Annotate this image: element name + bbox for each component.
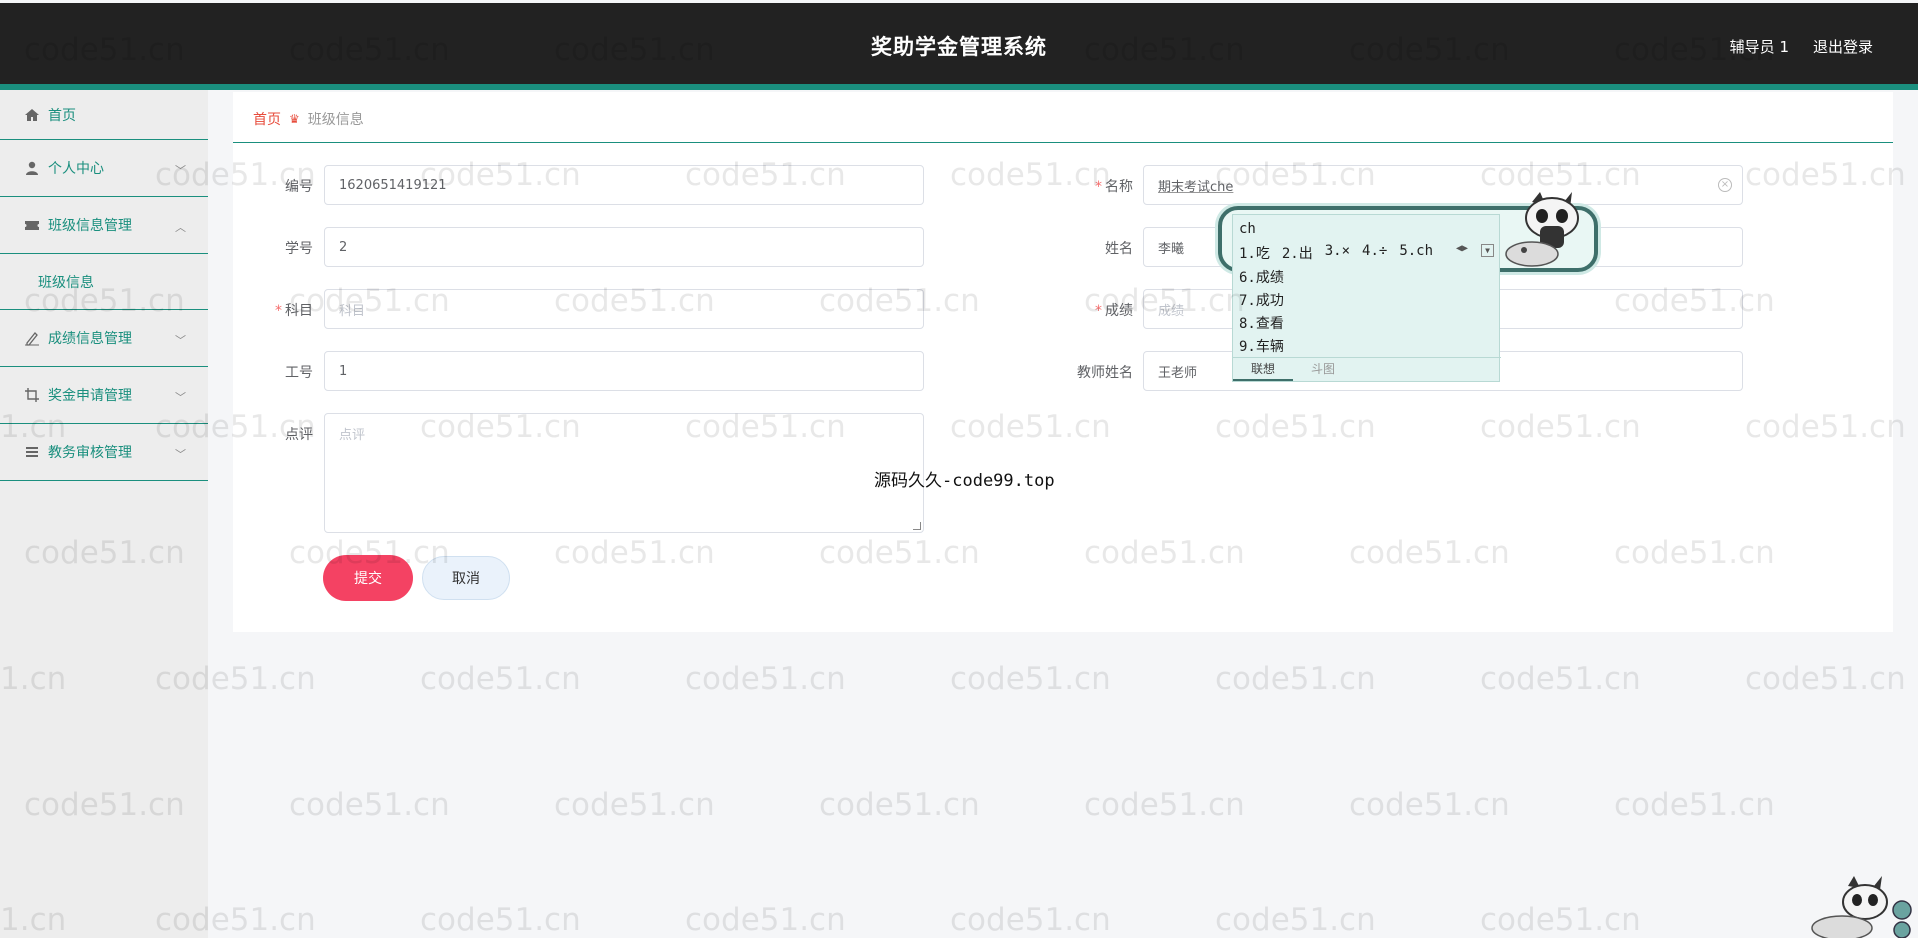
sidebar-item-award[interactable]: 奖金申请管理 ﹀ bbox=[0, 367, 208, 424]
ime-dropdown-icon[interactable]: ▼ bbox=[1481, 244, 1494, 257]
watermark: code51.cn bbox=[1215, 902, 1376, 938]
sidebar-item-label: 成绩信息管理 bbox=[48, 331, 132, 347]
chengji-label: * 成绩 bbox=[1095, 303, 1133, 319]
sidebar-item-review[interactable]: 教务审核管理 ﹀ bbox=[0, 424, 208, 481]
ime-top-candidates: 1.吃 2.出 3.× 4.÷ 5.ch bbox=[1239, 243, 1433, 263]
header-user-area: 辅导员 1 退出登录 bbox=[1730, 36, 1873, 57]
ime-candidate[interactable]: 3.× bbox=[1325, 243, 1350, 263]
app-title: 奖助学金管理系统 bbox=[871, 35, 1047, 59]
ime-candidate[interactable]: 2.出 bbox=[1282, 243, 1313, 263]
ime-candidate[interactable]: 1.吃 bbox=[1239, 243, 1270, 263]
clear-icon[interactable]: × bbox=[1718, 178, 1732, 192]
watermark: code51.cn bbox=[1349, 787, 1510, 823]
sidebar-item-label: 个人中心 bbox=[48, 161, 104, 177]
crown-icon: ♛ bbox=[289, 112, 300, 126]
cat-mascot-icon bbox=[1808, 874, 1918, 938]
xuehao-label: 学号 bbox=[285, 241, 313, 257]
sidebar-item-class-info[interactable]: 班级信息管理 ︿ bbox=[0, 197, 208, 254]
watermark: code51.cn bbox=[1084, 787, 1245, 823]
ime-candidate[interactable]: 8.查看 bbox=[1239, 313, 1284, 333]
ime-tab-stickers[interactable]: 斗图 bbox=[1293, 358, 1353, 381]
resize-handle[interactable] bbox=[913, 522, 921, 530]
watermark: code51.cn bbox=[950, 661, 1111, 697]
cancel-button[interactable]: 取消 bbox=[422, 556, 510, 600]
bianhao-input[interactable]: 1620651419121 bbox=[324, 165, 924, 205]
kemu-label: * 科目 bbox=[275, 303, 313, 319]
breadcrumb-divider bbox=[233, 142, 1893, 143]
sidebar-item-profile[interactable]: 个人中心 ﹀ bbox=[0, 140, 208, 197]
sidebar-item-label: 首页 bbox=[48, 107, 76, 124]
chevron-up-icon: ︿ bbox=[175, 221, 186, 234]
kemu-input[interactable]: 科目 bbox=[324, 289, 924, 329]
watermark: code51.cn bbox=[1215, 661, 1376, 697]
ticket-icon bbox=[22, 215, 42, 235]
watermark: code51.cn bbox=[289, 787, 450, 823]
user-icon bbox=[22, 158, 42, 178]
ime-candidate[interactable]: 4.÷ bbox=[1362, 243, 1387, 263]
gonghao-input[interactable]: 1 bbox=[324, 351, 924, 391]
chevron-down-icon: ﹀ bbox=[175, 164, 186, 177]
watermark: code51.cn bbox=[554, 787, 715, 823]
cat-mascot-icon bbox=[1502, 192, 1592, 276]
ime-candidate[interactable]: 5.ch bbox=[1399, 243, 1433, 263]
top-header: 奖助学金管理系统 辅导员 1 退出登录 bbox=[0, 3, 1918, 84]
watermark: code51.cn bbox=[685, 661, 846, 697]
breadcrumb: 首页 ♛ 班级信息 bbox=[253, 109, 364, 129]
sidebar: 首页 个人中心 ﹀ 班级信息管理 ︿ 班级信息 成绩信息管理 ﹀ 奖金申请管理 … bbox=[0, 90, 208, 938]
xuehao-input[interactable]: 2 bbox=[324, 227, 924, 267]
watermark: code51.cn bbox=[1614, 787, 1775, 823]
sidebar-item-label: 教务审核管理 bbox=[48, 445, 132, 461]
watermark: code51.cn bbox=[420, 902, 581, 938]
ime-input-text: ch bbox=[1239, 221, 1256, 237]
sidebar-item-home[interactable]: 首页 bbox=[0, 90, 208, 140]
ime-page-arrows-icon[interactable]: ◀▶ bbox=[1456, 243, 1468, 254]
main-card: 首页 ♛ 班级信息 编号 1620651419121 * 名称 期末考试che × … bbox=[233, 92, 1893, 632]
breadcrumb-current: 班级信息 bbox=[307, 112, 364, 128]
list-icon bbox=[22, 442, 42, 462]
ime-candidate[interactable]: 6.成绩 bbox=[1239, 267, 1284, 287]
bianhao-label: 编号 bbox=[285, 179, 313, 195]
watermark: code51.cn bbox=[685, 902, 846, 938]
watermark: code51.cn bbox=[1480, 902, 1641, 938]
logout-button[interactable]: 退出登录 bbox=[1813, 36, 1873, 57]
submit-button[interactable]: 提交 bbox=[324, 556, 412, 600]
chevron-down-icon: ﹀ bbox=[175, 448, 186, 461]
breadcrumb-home[interactable]: 首页 bbox=[253, 109, 281, 129]
sidebar-subitem-label: 班级信息 bbox=[38, 274, 94, 291]
jiaoshi-label: 教师姓名 bbox=[1077, 365, 1133, 381]
sidebar-item-label: 班级信息管理 bbox=[48, 218, 132, 234]
home-icon bbox=[22, 105, 42, 125]
mingcheng-input[interactable]: 期末考试che × bbox=[1143, 165, 1743, 205]
ime-tabs: 联想 斗图 bbox=[1233, 357, 1501, 381]
xingming-label: 姓名 bbox=[1105, 241, 1133, 257]
watermark: code51.cn bbox=[950, 902, 1111, 938]
mingcheng-label: * 名称 bbox=[1095, 179, 1133, 195]
ime-candidate[interactable]: 9.车辆 bbox=[1239, 336, 1284, 356]
center-watermark: 源码久久-code99.top bbox=[874, 471, 1055, 491]
ime-candidate[interactable]: 7.成功 bbox=[1239, 290, 1284, 310]
chevron-down-icon: ﹀ bbox=[175, 334, 186, 347]
ime-candidate-panel: ch 1.吃 2.出 3.× 4.÷ 5.ch ◀▶ ▼ 6.成绩 7.成功 8… bbox=[1232, 214, 1501, 382]
header-accent-bar bbox=[0, 84, 1918, 90]
chevron-down-icon: ﹀ bbox=[175, 391, 186, 404]
watermark: code51.cn bbox=[1480, 661, 1641, 697]
dianping-label: 点评 bbox=[285, 427, 313, 443]
watermark: code51.cn bbox=[1745, 661, 1906, 697]
dianping-textarea[interactable]: 点评 bbox=[324, 413, 924, 533]
crop-icon bbox=[22, 385, 42, 405]
ime-tab-association[interactable]: 联想 bbox=[1233, 358, 1293, 381]
current-user[interactable]: 辅导员 1 bbox=[1730, 36, 1789, 57]
watermark: code51.cn bbox=[819, 787, 980, 823]
sidebar-item-grades[interactable]: 成绩信息管理 ﹀ bbox=[0, 310, 208, 367]
pen-icon bbox=[22, 328, 42, 348]
sidebar-subitem-class-info[interactable]: 班级信息 bbox=[0, 254, 208, 310]
watermark: code51.cn bbox=[420, 661, 581, 697]
gonghao-label: 工号 bbox=[285, 365, 313, 381]
sidebar-item-label: 奖金申请管理 bbox=[48, 388, 132, 404]
